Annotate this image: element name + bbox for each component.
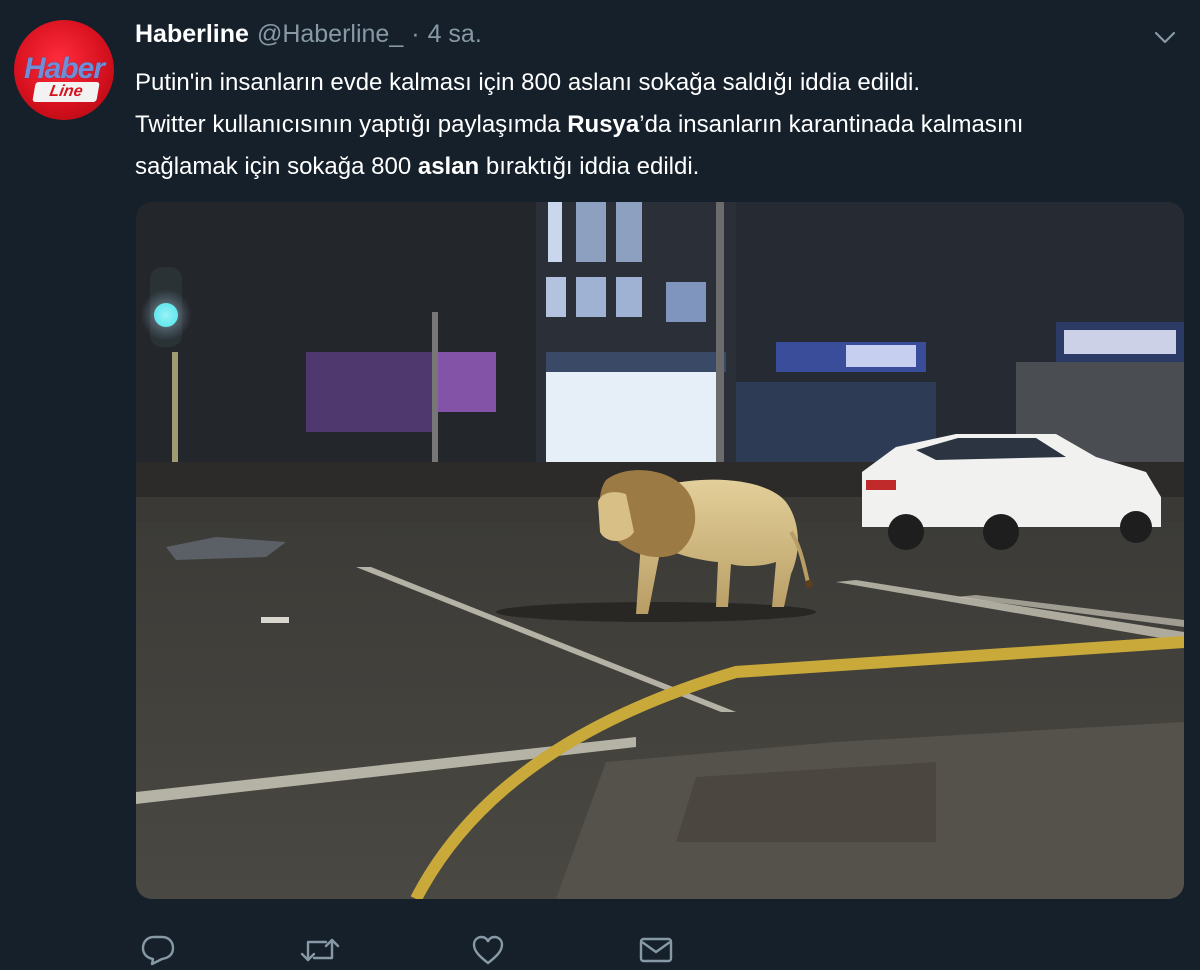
tweet-text-line-1: Putin'in insanların evde kalması için 80…: [135, 69, 921, 96]
author-name[interactable]: Haberline: [135, 20, 249, 49]
avatar-logo-bottom: Line: [32, 82, 100, 102]
text-segment: Twitter kullanıcısının yaptığı paylaşımd…: [135, 111, 568, 138]
text-segment: sağlamak için sokağa 800: [135, 153, 418, 180]
text-segment: ’da insanların karantinada kalmasını: [639, 111, 1024, 138]
header-separator: ·: [411, 20, 420, 48]
avatar[interactable]: Haber Line: [14, 20, 114, 120]
tweet-header: Haberline @Haberline_ · 4 sa.: [135, 20, 482, 54]
tweet: Haber Line Haberline @Haberline_ · 4 sa.…: [0, 0, 1200, 970]
tweet-media-photo[interactable]: [136, 202, 1184, 899]
tweet-timestamp[interactable]: 4 sa.: [428, 20, 482, 49]
lion-street-photo-icon: [136, 202, 1184, 899]
heart-icon[interactable]: [468, 930, 508, 970]
envelope-icon[interactable]: [636, 930, 676, 970]
retweet-icon[interactable]: [300, 930, 340, 970]
tweet-text: Putin'in insanların evde kalması için 80…: [135, 62, 1195, 188]
avatar-logo-top: Haber: [23, 52, 105, 85]
tweet-actions: [138, 930, 698, 970]
hashtag-rusya: Rusya: [567, 111, 640, 138]
keyword-aslan: aslan: [417, 153, 480, 180]
tweet-text-line-3: sağlamak için sokağa 800 aslan bıraktığı…: [135, 146, 1195, 188]
reply-icon[interactable]: [138, 930, 178, 970]
author-handle[interactable]: @Haberline_: [257, 20, 403, 49]
tweet-text-line-2: Twitter kullanıcısının yaptığı paylaşımd…: [135, 104, 1195, 146]
chevron-down-icon[interactable]: [1154, 30, 1176, 46]
text-segment: bıraktığı iddia edildi.: [479, 153, 700, 180]
